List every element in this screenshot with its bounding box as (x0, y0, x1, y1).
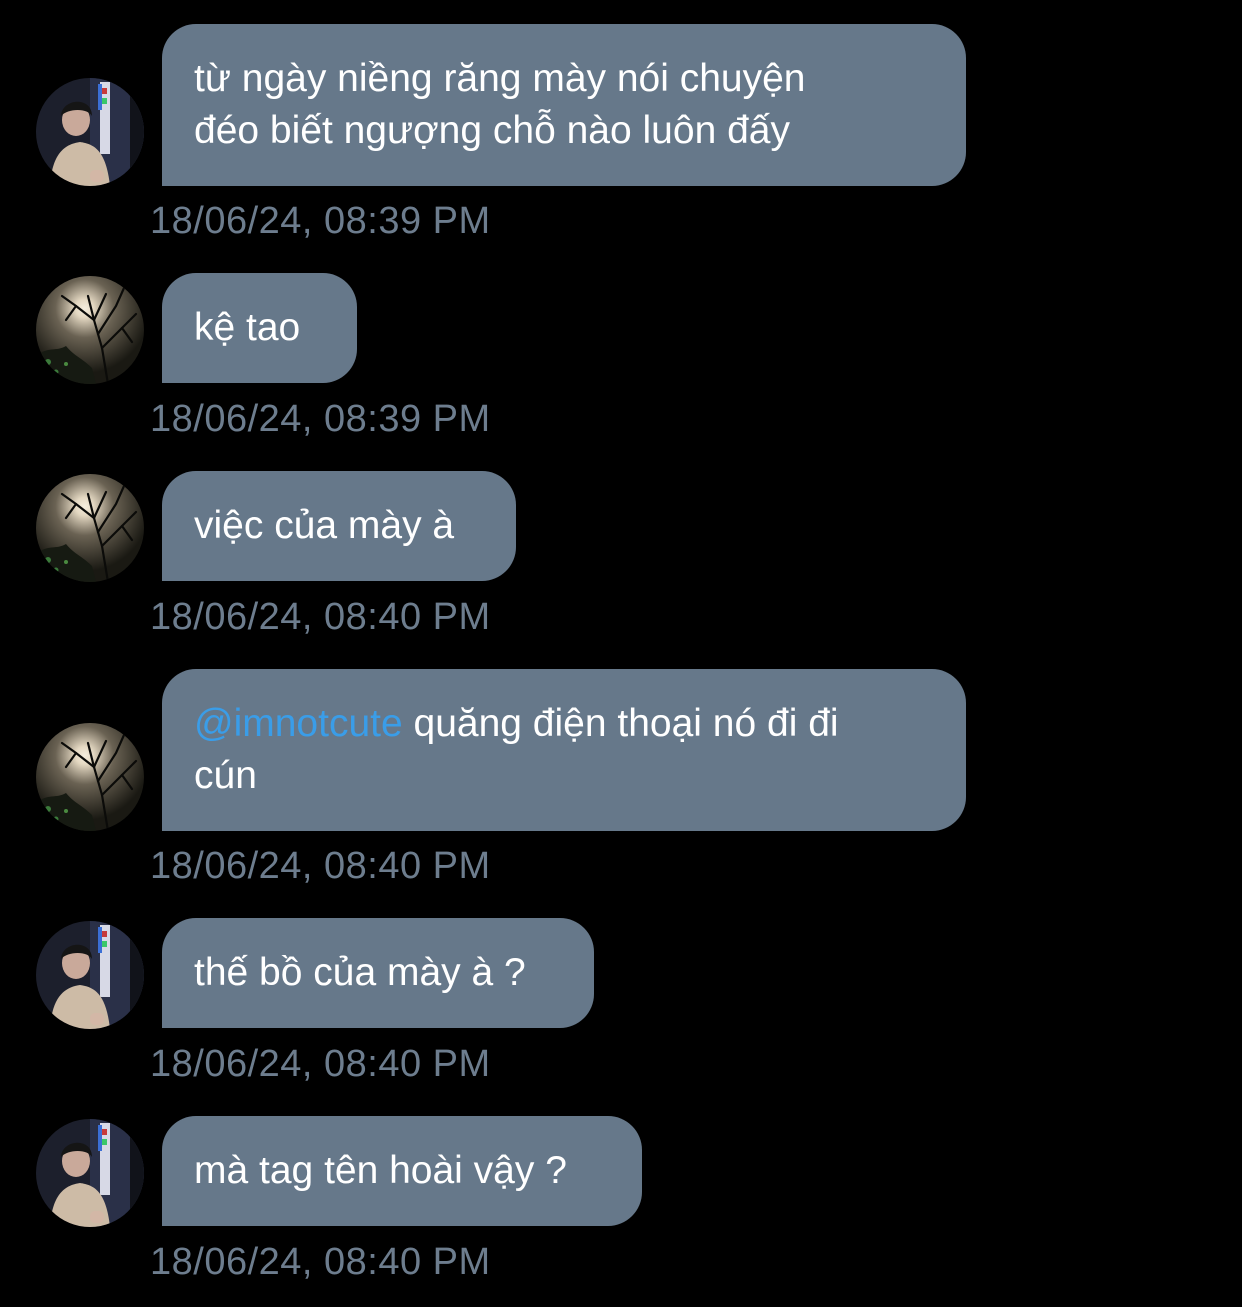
message-text: mà tag tên hoài vậy ? (194, 1149, 567, 1192)
message-bubble[interactable]: @imnotcute quăng điện thoại nó đi đi cún (162, 669, 966, 831)
moon-tree-photo-icon (36, 276, 144, 384)
message-timestamp: 18/06/24, 08:40 PM (150, 1043, 491, 1085)
moon-tree-photo-icon (36, 723, 144, 831)
boy-photo-icon (36, 921, 144, 1029)
message-bubble[interactable]: kệ tao (162, 273, 357, 383)
sender-avatar[interactable] (36, 723, 144, 831)
sender-avatar[interactable] (36, 276, 144, 384)
sender-avatar[interactable] (36, 78, 144, 186)
message-text: thế bồ của mày à ? (194, 951, 526, 994)
moon-tree-photo-icon (36, 474, 144, 582)
sender-avatar[interactable] (36, 1119, 144, 1227)
message-timestamp: 18/06/24, 08:40 PM (150, 596, 491, 638)
boy-photo-icon (36, 78, 144, 186)
sender-avatar[interactable] (36, 921, 144, 1029)
message-text: việc của mày à (194, 504, 455, 547)
boy-photo-icon (36, 1119, 144, 1227)
message-bubble[interactable]: thế bồ của mày à ? (162, 918, 594, 1028)
message-text: @imnotcute quăng điện thoại nó đi đi cún (194, 698, 839, 802)
message-text: kệ tao (194, 306, 301, 349)
message-timestamp: 18/06/24, 08:39 PM (150, 398, 491, 440)
mention-link[interactable]: @imnotcute (194, 702, 403, 745)
message-timestamp: 18/06/24, 08:40 PM (150, 1241, 491, 1283)
message-timestamp: 18/06/24, 08:39 PM (150, 200, 491, 242)
message-bubble[interactable]: từ ngày niềng răng mày nói chuyện đéo bi… (162, 24, 966, 186)
sender-avatar[interactable] (36, 474, 144, 582)
message-bubble[interactable]: việc của mày à (162, 471, 516, 581)
message-text: từ ngày niềng răng mày nói chuyện đéo bi… (194, 57, 806, 152)
message-bubble[interactable]: mà tag tên hoài vậy ? (162, 1116, 642, 1226)
message-timestamp: 18/06/24, 08:40 PM (150, 845, 491, 887)
